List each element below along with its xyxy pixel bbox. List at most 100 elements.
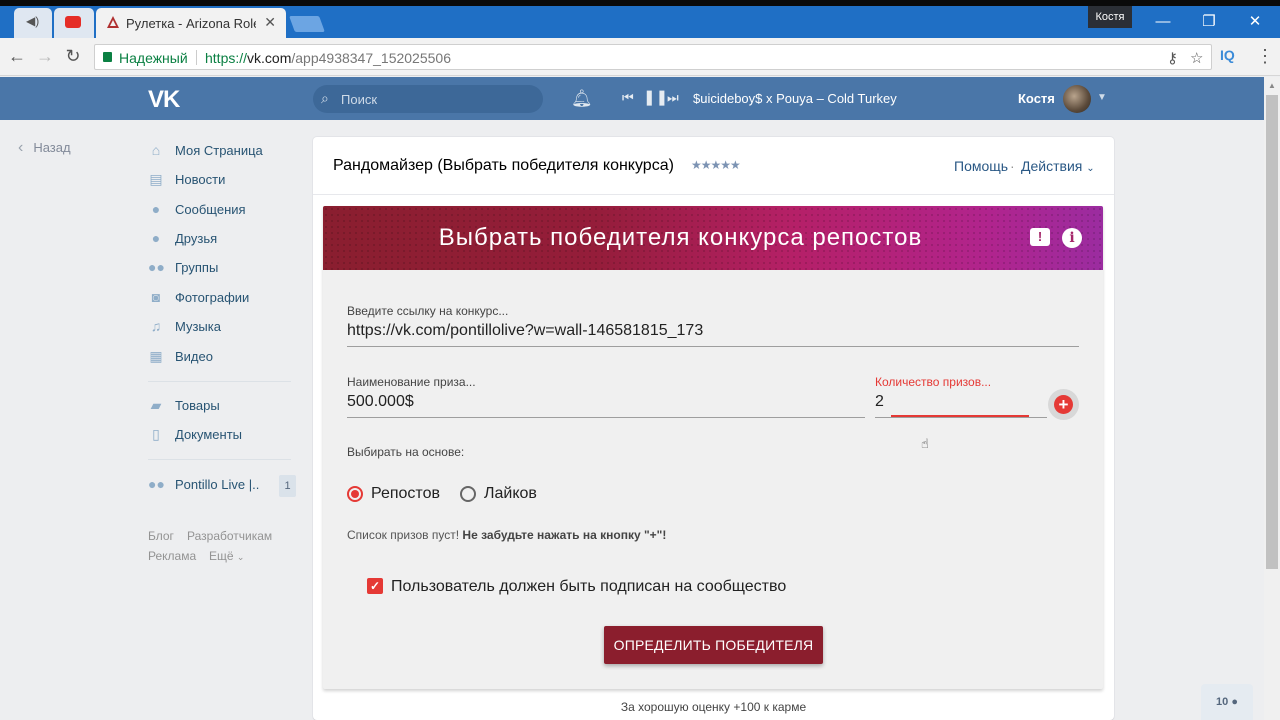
contest-link-underline <box>347 346 1079 347</box>
sidebar-item-video[interactable]: ▦ Видео <box>148 345 293 369</box>
sidebar-item-my-page[interactable]: ⌂ Моя Страница <box>148 139 293 163</box>
subscribe-checkbox-label[interactable]: Пользователь должен быть подписан на соо… <box>391 578 786 596</box>
restore-icon[interactable]: ❐ <box>1186 8 1232 36</box>
bookmark-star-icon[interactable]: ☆ <box>1190 49 1203 67</box>
empty-prizes-hint: Список призов пуст! Не забудьте нажать н… <box>347 528 666 542</box>
chrome-menu-icon[interactable]: ⋮ <box>1256 46 1274 67</box>
goods-icon: ▰ <box>150 397 162 413</box>
browser-toolbar: ← → ↻ Надежный https://vk.com/app4938347… <box>0 38 1280 76</box>
lock-icon <box>103 52 112 62</box>
vk-search[interactable]: ⌕ <box>313 85 543 113</box>
sidebar-item-groups[interactable]: ●● Группы <box>148 256 293 280</box>
feedback-icon[interactable]: ! <box>1030 228 1050 246</box>
groups-icon: ●● <box>148 259 165 275</box>
prize-count-focus-line <box>891 415 1029 417</box>
page-scrollbar[interactable]: ▲ <box>1264 77 1280 720</box>
url-path: /app4938347_152025506 <box>291 50 451 66</box>
contest-link-label: Введите ссылку на конкурс... <box>347 304 509 318</box>
separator-dot: · <box>1010 158 1015 174</box>
community-badge: 1 <box>279 475 296 497</box>
pause-icon[interactable]: ❚❚ <box>643 88 668 106</box>
determine-winner-button[interactable]: ОПРЕДЕЛИТЬ ПОБЕДИТЕЛЯ <box>604 626 823 664</box>
subscribe-checkbox[interactable]: ✓ <box>367 578 383 594</box>
speaker-icon: ◀) <box>26 14 40 28</box>
vk-logo[interactable]: VK <box>148 86 180 114</box>
sidebar-item-label: Товары <box>175 398 220 413</box>
now-playing-track[interactable]: $uicideboy$ x Pouya – Cold Turkey <box>693 91 897 106</box>
url-host: vk.com <box>247 50 292 66</box>
person-icon: ● <box>1231 696 1238 708</box>
sidebar-item-messages[interactable]: ● Сообщения <box>148 198 293 222</box>
sidebar-item-photos[interactable]: ◙ Фотографии <box>148 286 293 310</box>
back-link[interactable]: ‹ Назад <box>18 139 71 157</box>
documents-icon: ▯ <box>152 426 160 442</box>
music-icon: ♫ <box>150 318 162 334</box>
prize-name-label: Наименование приза... <box>347 375 476 389</box>
sidebar-item-friends[interactable]: ● Друзья <box>148 227 293 251</box>
reload-icon[interactable]: ↻ <box>62 46 84 67</box>
prize-name-input[interactable] <box>347 393 857 411</box>
footer-ads-link[interactable]: Реклама <box>148 549 196 563</box>
scroll-up-icon[interactable]: ▲ <box>1268 81 1276 90</box>
prize-count-label: Количество призов... <box>875 375 992 389</box>
sidebar-item-goods[interactable]: ▰ Товары <box>148 394 293 418</box>
chevron-down-icon: ⌄ <box>1086 163 1095 174</box>
forward-arrow-icon[interactable]: → <box>34 46 56 67</box>
back-arrow-icon[interactable]: ← <box>6 46 28 67</box>
sidebar-item-news[interactable]: ▤ Новости <box>148 168 293 192</box>
user-name[interactable]: Костя <box>1018 91 1055 106</box>
online-friends-widget[interactable]: 10 ● <box>1201 684 1253 720</box>
search-icon: ⌕ <box>321 90 329 106</box>
online-count: 10 <box>1216 696 1229 708</box>
profile-name[interactable]: Костя <box>1088 6 1132 28</box>
scrollbar-thumb[interactable] <box>1266 95 1278 569</box>
youtube-icon <box>65 16 81 28</box>
news-icon: ▤ <box>149 171 163 187</box>
tab-audio[interactable]: ◀) <box>14 8 52 38</box>
radio-reposts[interactable] <box>347 486 363 502</box>
info-icon[interactable]: i <box>1062 228 1082 248</box>
footer-developers-link[interactable]: Разработчикам <box>187 529 272 543</box>
radio-likes[interactable] <box>460 486 476 502</box>
key-icon[interactable]: ⚷ <box>1167 49 1178 67</box>
sidebar-item-community[interactable]: ●● Pontillo Live |.. 1 <box>148 473 296 497</box>
minimize-icon[interactable]: — <box>1140 8 1186 36</box>
hint-text: Список призов пуст! <box>347 528 460 542</box>
arizona-icon <box>107 16 119 28</box>
footer-more-link[interactable]: Ещё ⌄ <box>209 549 244 563</box>
sidebar-divider <box>148 381 291 382</box>
prize-count-input[interactable] <box>875 393 1025 411</box>
header-divider <box>313 194 1114 195</box>
chevron-down-icon[interactable]: ▼ <box>1097 92 1107 103</box>
previous-track-icon[interactable]: ⏮︎ <box>622 90 634 106</box>
search-input[interactable] <box>341 85 531 113</box>
radio-likes-label[interactable]: Лайков <box>484 485 537 503</box>
iq-extension-icon[interactable]: IQ <box>1220 47 1235 63</box>
tab-youtube[interactable] <box>54 8 94 38</box>
video-icon: ▦ <box>149 348 163 364</box>
mouse-cursor-icon: ☝︎ <box>921 436 929 451</box>
home-icon: ⌂ <box>151 142 161 158</box>
browser-tabstrip: ◀) Рулетка - Arizona RoleP ✕ Костя — ❐ ✕ <box>0 0 1280 38</box>
actions-menu[interactable]: Действия ⌄ <box>1021 158 1095 174</box>
new-tab-button[interactable] <box>289 16 325 32</box>
banner: Выбрать победителя конкурса репостов ! i <box>323 206 1103 270</box>
tab-roulette[interactable]: Рулетка - Arizona RoleP ✕ <box>96 8 286 38</box>
add-prize-button[interactable]: + <box>1054 395 1073 414</box>
close-tab-icon[interactable]: ✕ <box>264 14 276 31</box>
next-track-icon[interactable]: ⏭︎ <box>667 90 679 106</box>
address-bar[interactable]: Надежный https://vk.com/app4938347_15202… <box>94 44 1212 70</box>
sidebar-item-documents[interactable]: ▯ Документы <box>148 423 293 447</box>
help-link[interactable]: Помощь <box>954 158 1008 174</box>
contest-link-input[interactable] <box>347 322 1077 340</box>
notifications-bell-icon[interactable]: 🔔︎ <box>571 89 593 109</box>
radio-reposts-label[interactable]: Репостов <box>371 485 440 503</box>
sidebar-divider <box>148 459 291 460</box>
basis-label: Выбирать на основе: <box>347 445 465 459</box>
close-window-icon[interactable]: ✕ <box>1232 8 1278 36</box>
sidebar-item-label: Группы <box>175 260 219 275</box>
avatar[interactable] <box>1063 85 1091 113</box>
sidebar-item-label: Видео <box>175 349 213 364</box>
footer-blog-link[interactable]: Блог <box>148 529 174 543</box>
sidebar-item-music[interactable]: ♫ Музыка <box>148 315 293 339</box>
